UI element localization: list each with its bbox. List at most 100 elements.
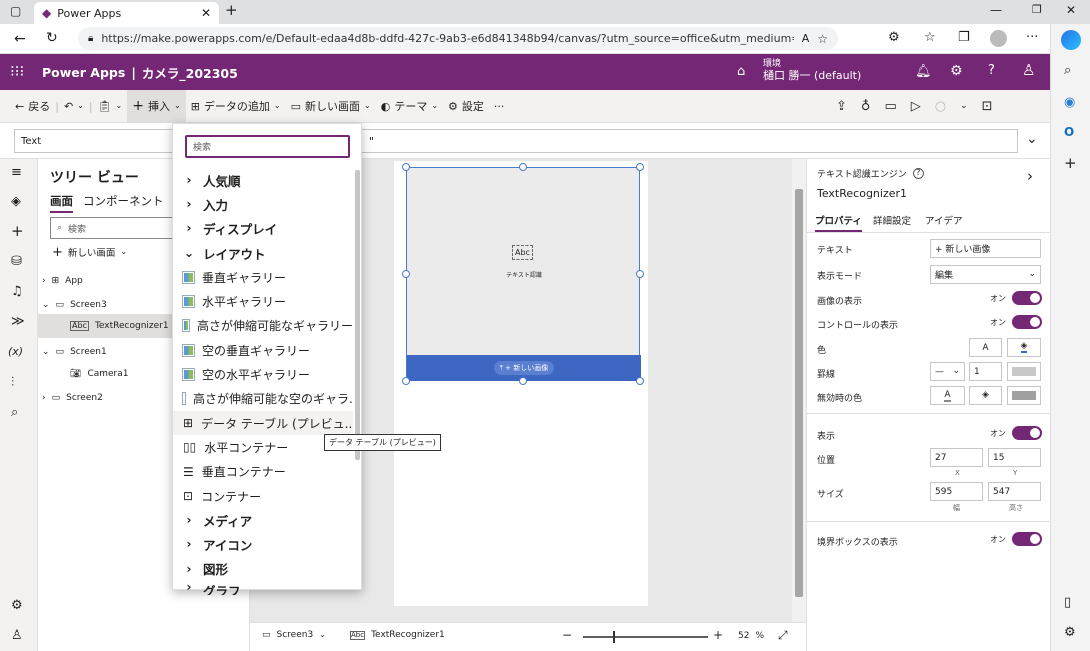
settings-icon[interactable]: ⚙ <box>950 64 963 78</box>
menu-category[interactable]: ⌄ レイアウト <box>173 241 353 265</box>
close-tab-icon[interactable]: ✕ <box>201 7 211 19</box>
tree-item[interactable]: › ⊞ App <box>42 269 172 293</box>
publish-icon[interactable]: ⊡ <box>982 100 993 113</box>
data-icon[interactable]: ⛁ <box>11 255 22 268</box>
menu-item-hovered[interactable]: ⊞データ テーブル (プレビュ...♀ <box>173 410 353 436</box>
menu-category[interactable]: › アイコン <box>173 532 353 556</box>
notifications-icon[interactable]: 🔔︎ <box>915 65 932 78</box>
layers-icon[interactable]: ◈ <box>11 195 21 208</box>
restore-icon[interactable]: ❐ <box>1032 4 1042 15</box>
refresh-icon[interactable]: ↻ <box>46 31 58 45</box>
resize-handle[interactable] <box>402 163 410 171</box>
tab-properties[interactable]: プロパティ <box>815 213 862 232</box>
disabled-border-color-button[interactable] <box>1007 386 1041 405</box>
virtual-agent-icon[interactable]: ♙ <box>11 629 23 642</box>
new-tab-icon[interactable]: + <box>225 3 238 18</box>
insert-search-input[interactable]: 検索 <box>185 135 350 158</box>
fill-color-button[interactable]: ◈ <box>1007 338 1041 357</box>
close-window-icon[interactable]: ✕ <box>1066 4 1076 16</box>
resize-handle[interactable] <box>519 377 527 385</box>
tree-item[interactable]: 📷︎ Camera1 <box>70 362 180 386</box>
paste-button[interactable]: 📋︎ ⌄ <box>93 90 128 123</box>
info-icon[interactable]: ? <box>912 168 924 179</box>
disabled-text-color-button[interactable]: A <box>930 386 965 405</box>
position-y-input[interactable]: 15 <box>988 448 1041 467</box>
menu-category[interactable]: › 入力 <box>173 192 353 216</box>
theme-button[interactable]: ◐ テーマ ⌄ <box>376 90 443 123</box>
tab-advanced[interactable]: 詳細設定 <box>873 213 911 227</box>
scrollbar-thumb[interactable] <box>795 189 803 597</box>
add-icon[interactable]: + <box>1064 156 1077 171</box>
favorite-star-icon[interactable]: ☆ <box>817 33 828 45</box>
app-launcher-icon[interactable]: ⁝⁝⁝ <box>10 64 24 79</box>
url-field[interactable]: 🔒︎ https://make.powerapps.com/e/Default-… <box>78 27 838 50</box>
shopping-icon[interactable]: ◉ <box>1064 96 1075 109</box>
power-automate-icon[interactable]: ≫ <box>11 315 25 328</box>
tree-new-screen-button[interactable]: + 新しい画面 ⌄ <box>52 245 127 260</box>
disabled-fill-color-button[interactable]: ◈ <box>969 386 1002 405</box>
menu-item[interactable]: ☰ 垂直コンテナー <box>173 460 353 484</box>
chevron-down-icon[interactable]: ⌄ <box>960 102 968 111</box>
resize-handle[interactable] <box>636 270 644 278</box>
tree-search-input[interactable]: ⌕ 検索 <box>50 217 180 239</box>
menu-item[interactable]: ⊡ コンテナー <box>173 484 353 508</box>
fit-to-window-icon[interactable]: ⤢ <box>778 629 788 641</box>
back-arrow-icon[interactable]: ← <box>14 32 26 46</box>
profile-avatar[interactable] <box>990 30 1007 47</box>
tree-item[interactable]: ⌄ ▭ Screen1 <box>42 340 172 364</box>
chevron-right-icon[interactable]: › <box>1027 169 1033 184</box>
tab-components[interactable]: コンポーネント <box>83 193 164 209</box>
settings-icon[interactable]: ⚙ <box>11 599 23 612</box>
screen-breadcrumb[interactable]: ▭ Screen3 ⌄ <box>262 630 326 640</box>
menu-item[interactable]: 高さが伸縮可能な空のギャラ... <box>173 387 353 411</box>
tree-item[interactable]: › ▭ Screen2 <box>42 386 172 410</box>
window-menu-icon[interactable]: ▢ <box>10 5 21 17</box>
media-icon[interactable]: ♫ <box>11 285 23 298</box>
show-image-toggle[interactable] <box>1012 291 1042 305</box>
height-input[interactable]: 547 <box>988 482 1041 501</box>
help-icon[interactable]: ? <box>988 64 995 77</box>
position-x-input[interactable]: 27 <box>930 448 983 467</box>
menu-item[interactable]: 高さが伸縮可能なギャラリー <box>173 314 353 338</box>
resize-handle[interactable] <box>402 270 410 278</box>
advanced-tools-icon[interactable]: ⫶ <box>11 376 14 389</box>
browser-tab[interactable]: ◆ Power Apps ✕ <box>34 2 219 24</box>
more-commands-button[interactable]: ··· <box>489 90 510 123</box>
menu-item[interactable]: 垂直ギャラリー <box>173 265 353 289</box>
menu-category[interactable]: › 人気順 <box>173 168 353 192</box>
sidebar-toggle-icon[interactable]: ▯ <box>1064 596 1071 609</box>
app-checker-icon[interactable]: ♁ <box>861 100 871 113</box>
environment-name[interactable]: 樋口 勝一 (default) <box>763 70 861 82</box>
menu-category[interactable]: › メディア <box>173 508 353 532</box>
text-color-button[interactable]: A <box>969 338 1002 357</box>
menu-category[interactable]: › 図形 <box>173 557 353 581</box>
zoom-out-icon[interactable]: − <box>562 629 572 641</box>
add-data-button[interactable]: ⊞ データの追加 ⌄ <box>186 90 286 123</box>
collections-icon[interactable]: ❐ <box>958 31 970 44</box>
visible-toggle[interactable] <box>1012 426 1042 440</box>
more-icon[interactable]: ··· <box>1026 31 1038 44</box>
border-width-input[interactable]: 1 <box>969 362 1002 381</box>
favorites-icon[interactable]: ☆ <box>924 31 936 44</box>
zoom-slider-thumb[interactable] <box>613 631 615 643</box>
border-style-dropdown[interactable]: — ⌄ <box>930 362 965 381</box>
menu-item[interactable]: 水平ギャラリー <box>173 289 353 313</box>
width-input[interactable]: 595 <box>930 482 983 501</box>
control-breadcrumb[interactable]: Abc TextRecognizer1 <box>350 630 445 640</box>
display-mode-dropdown[interactable]: 編集 ⌄ <box>930 265 1041 284</box>
text-property-input[interactable]: + 新しい画像 <box>930 239 1041 258</box>
search-icon[interactable]: ⌕ <box>1064 64 1071 77</box>
account-icon[interactable]: ♙ <box>1022 63 1035 78</box>
resize-handle[interactable] <box>636 163 644 171</box>
tab-ideas[interactable]: アイデア <box>925 213 963 227</box>
zoom-in-icon[interactable]: + <box>713 629 723 641</box>
show-control-toggle[interactable] <box>1012 315 1042 329</box>
minimize-icon[interactable]: — <box>990 4 1002 16</box>
property-dropdown[interactable]: Text <box>14 129 174 153</box>
undo-button[interactable]: ↶ ⌄ <box>59 90 89 123</box>
vertical-scrollbar[interactable] <box>792 159 806 622</box>
play-icon[interactable]: ▷ <box>911 100 921 113</box>
back-button[interactable]: ← 戻る <box>10 90 55 123</box>
menu-category[interactable]: › ディスプレイ <box>173 217 353 241</box>
menu-item[interactable]: 空の垂直ギャラリー <box>173 338 353 362</box>
